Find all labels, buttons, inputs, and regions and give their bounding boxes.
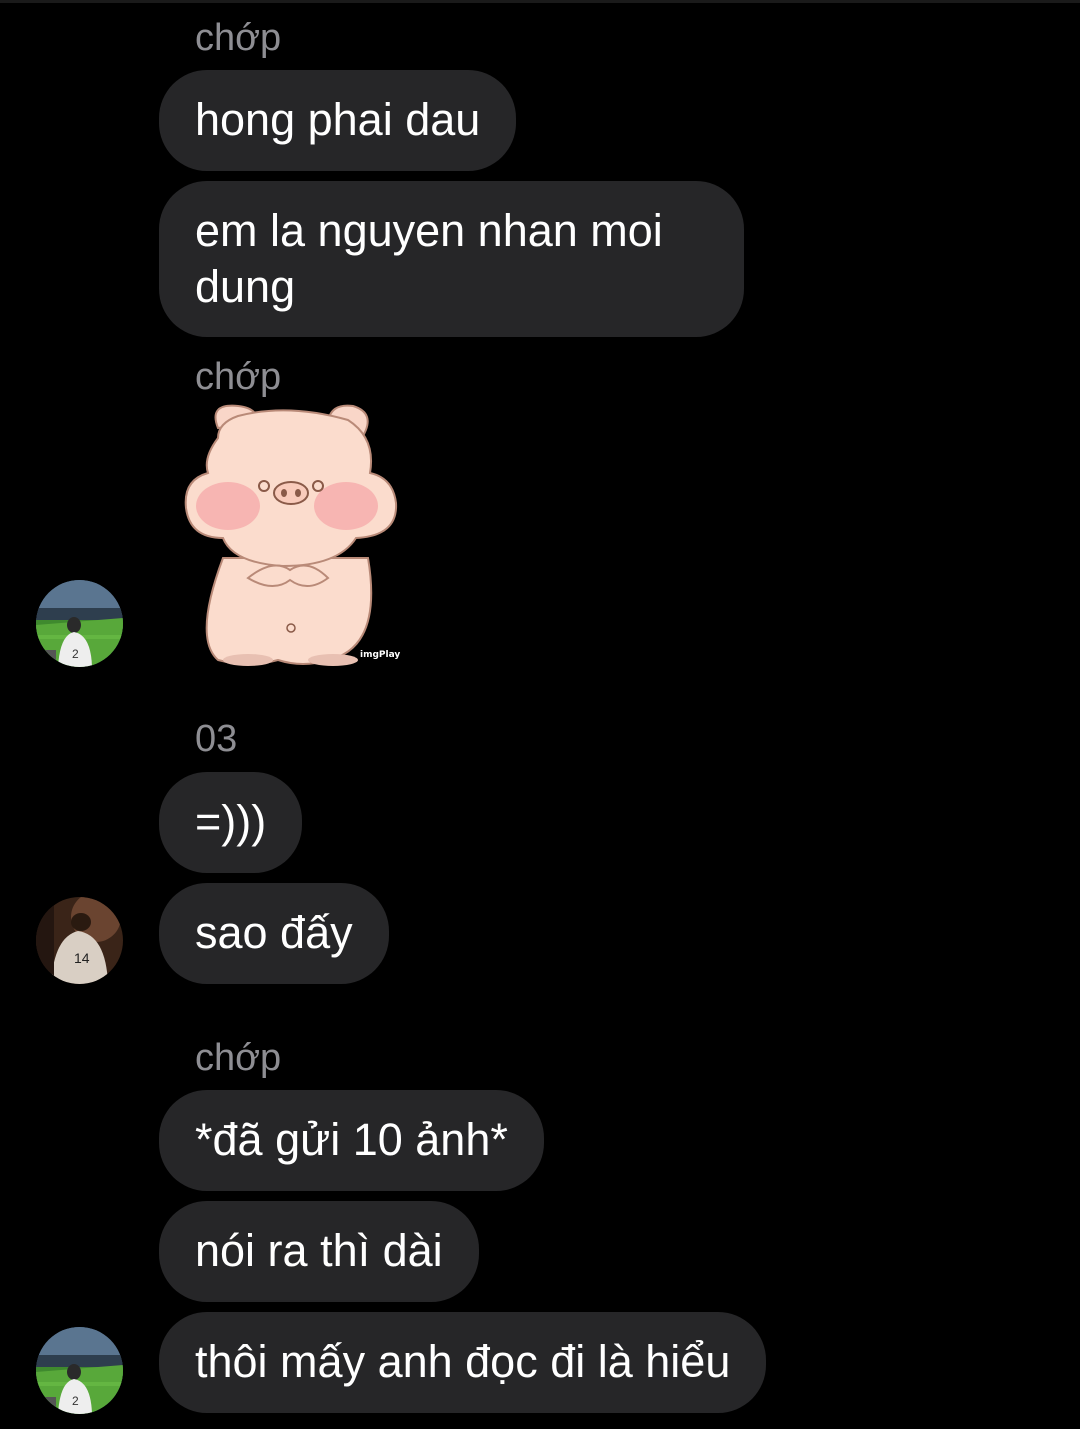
sender-name: chớp — [195, 17, 282, 59]
pig-sticker[interactable]: imgPlay — [178, 398, 408, 674]
message-bubble[interactable]: =))) — [159, 772, 303, 873]
pig-sticker-icon — [184, 404, 398, 666]
message-text: *đã gửi 10 ảnh* — [195, 1114, 508, 1165]
message-bubble[interactable]: em la nguyen nhan moi dung — [159, 181, 744, 337]
message-bubble[interactable]: sao đấy — [159, 883, 389, 984]
svg-text:14: 14 — [74, 950, 90, 966]
top-divider — [0, 0, 1080, 3]
avatar[interactable]: 2 — [36, 1327, 123, 1414]
message-bubble[interactable]: nói ra thì dài — [159, 1201, 479, 1302]
avatar[interactable]: 14 — [36, 897, 123, 984]
sender-name: chớp — [195, 356, 282, 398]
message-text: sao đấy — [195, 907, 353, 958]
stadium-photo-avatar-icon: 2 — [36, 1327, 123, 1414]
svg-text:2: 2 — [72, 1394, 79, 1408]
stadium-photo-avatar-icon: 2 — [36, 580, 123, 667]
svg-text:2: 2 — [72, 647, 79, 661]
message-text: hong phai dau — [195, 94, 481, 145]
message-text: em la nguyen nhan moi dung — [195, 205, 663, 312]
message-bubble[interactable]: hong phai dau — [159, 70, 517, 171]
message-bubble[interactable]: thôi mấy anh đọc đi là hiểu — [159, 1312, 767, 1413]
message-text: =))) — [195, 796, 267, 847]
avatar[interactable]: 2 — [36, 580, 123, 667]
message-bubble[interactable]: *đã gửi 10 ảnh* — [159, 1090, 544, 1191]
message-text: nói ra thì dài — [195, 1225, 443, 1276]
sender-name: chớp — [195, 1037, 282, 1079]
jersey-photo-avatar-icon: 14 — [36, 897, 123, 984]
sticker-watermark: imgPlay — [360, 650, 401, 660]
sender-name: 03 — [195, 718, 238, 760]
message-text: thôi mấy anh đọc đi là hiểu — [195, 1336, 731, 1387]
